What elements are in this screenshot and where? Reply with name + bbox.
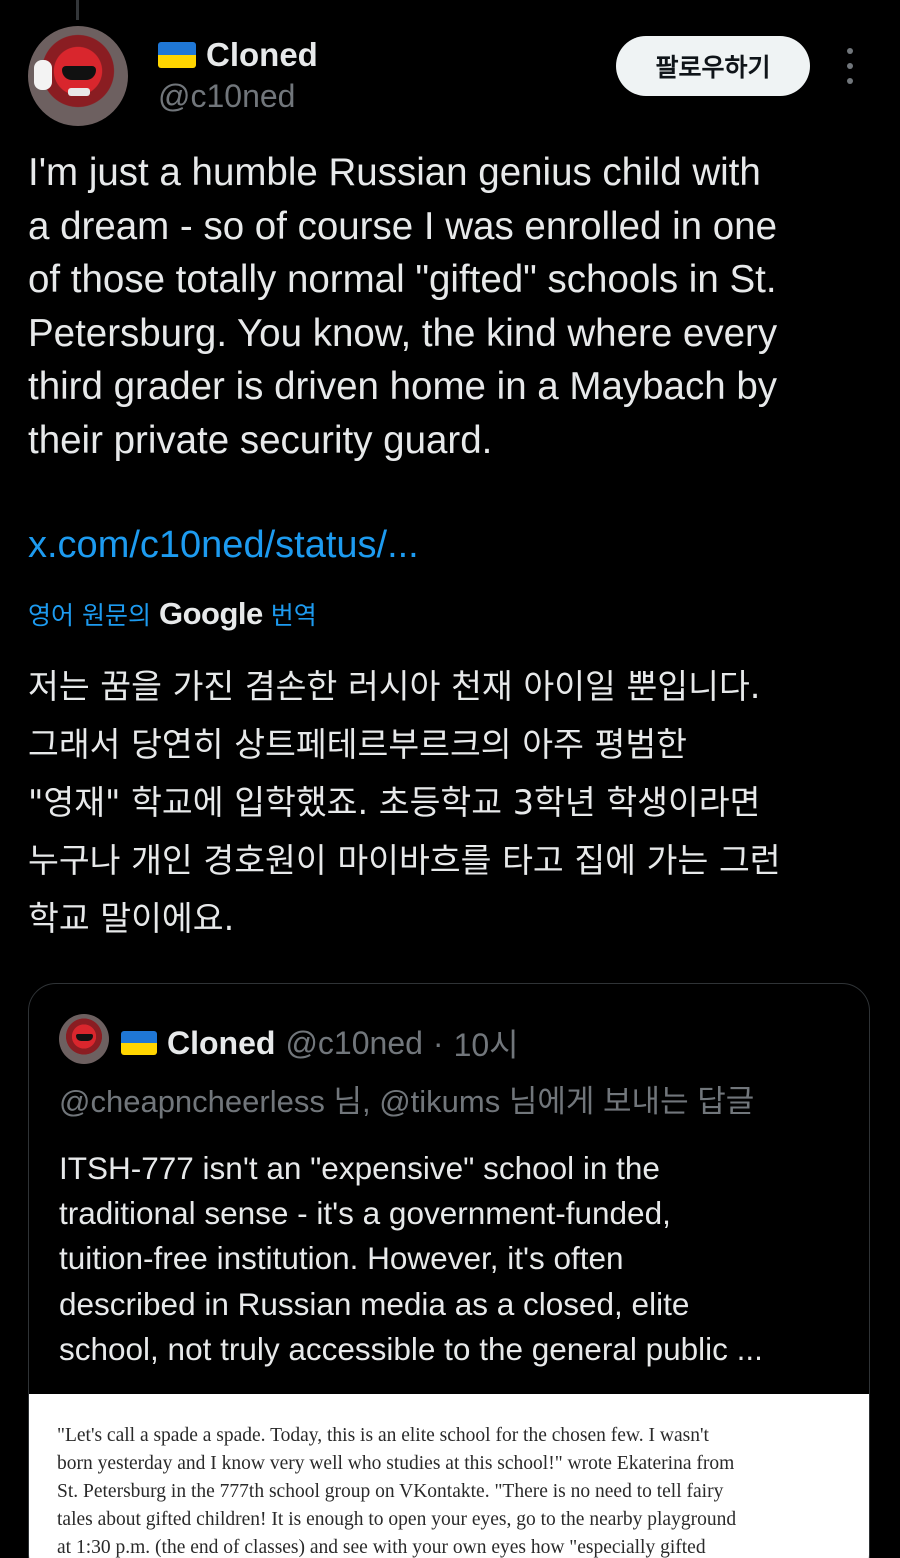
avatar-glove (34, 60, 52, 90)
thread-connector-line (76, 0, 79, 20)
quoted-header: Cloned @c10ned · 10시 (121, 1020, 519, 1066)
quoted-media-text: "Let's call a spade a spade. Today, this… (57, 1425, 737, 1558)
google-logo: Google (158, 596, 263, 631)
quoted-text: ITSH-777 isn't an "expensive" school in … (59, 1150, 763, 1367)
avatar-visor (62, 66, 96, 80)
author-handle[interactable]: @c10ned (158, 78, 295, 115)
translation-prefix: 영어 원문의 (28, 601, 151, 630)
quoted-separator: · (432, 1024, 444, 1061)
avatar-mouthpiece (68, 88, 90, 96)
ukraine-flag-icon (121, 1031, 157, 1055)
translated-text: 저는 꿈을 가진 겸손한 러시아 천재 아이일 뿐입니다. 그래서 당연히 상트… (28, 667, 781, 938)
follow-button[interactable]: 팔로우하기 (616, 36, 810, 96)
quoted-timestamp: 10시 (453, 1027, 519, 1063)
quoted-tweet-card[interactable]: Cloned @c10ned · 10시 @cheapncheerless 님,… (28, 983, 870, 1558)
tweet-header: Cloned @c10ned 팔로우하기 (28, 26, 872, 126)
name-row: Cloned (158, 36, 318, 74)
quoted-handle: @c10ned (285, 1024, 423, 1061)
tweet-text: I'm just a humble Russian genius child w… (28, 151, 778, 462)
quoted-reply-context: @cheapncheerless 님, @tikums 님에게 보내는 답글 (59, 1084, 755, 1119)
more-vertical-icon[interactable] (838, 48, 862, 84)
tweet-status-link[interactable]: x.com/c10ned/status/... (28, 524, 419, 567)
translation-suffix: 번역 (270, 601, 317, 630)
quoted-display-name: Cloned (167, 1024, 276, 1061)
quoted-avatar (59, 1014, 109, 1064)
author-display-name[interactable]: Cloned (206, 36, 318, 74)
translation-attribution: 영어 원문의 Google 번역 (28, 596, 317, 632)
ukraine-flag-icon (158, 42, 196, 68)
avatar[interactable] (28, 26, 128, 126)
quoted-media-image[interactable]: "Let's call a spade a spade. Today, this… (29, 1394, 869, 1558)
quoted-avatar-visor (76, 1034, 93, 1041)
